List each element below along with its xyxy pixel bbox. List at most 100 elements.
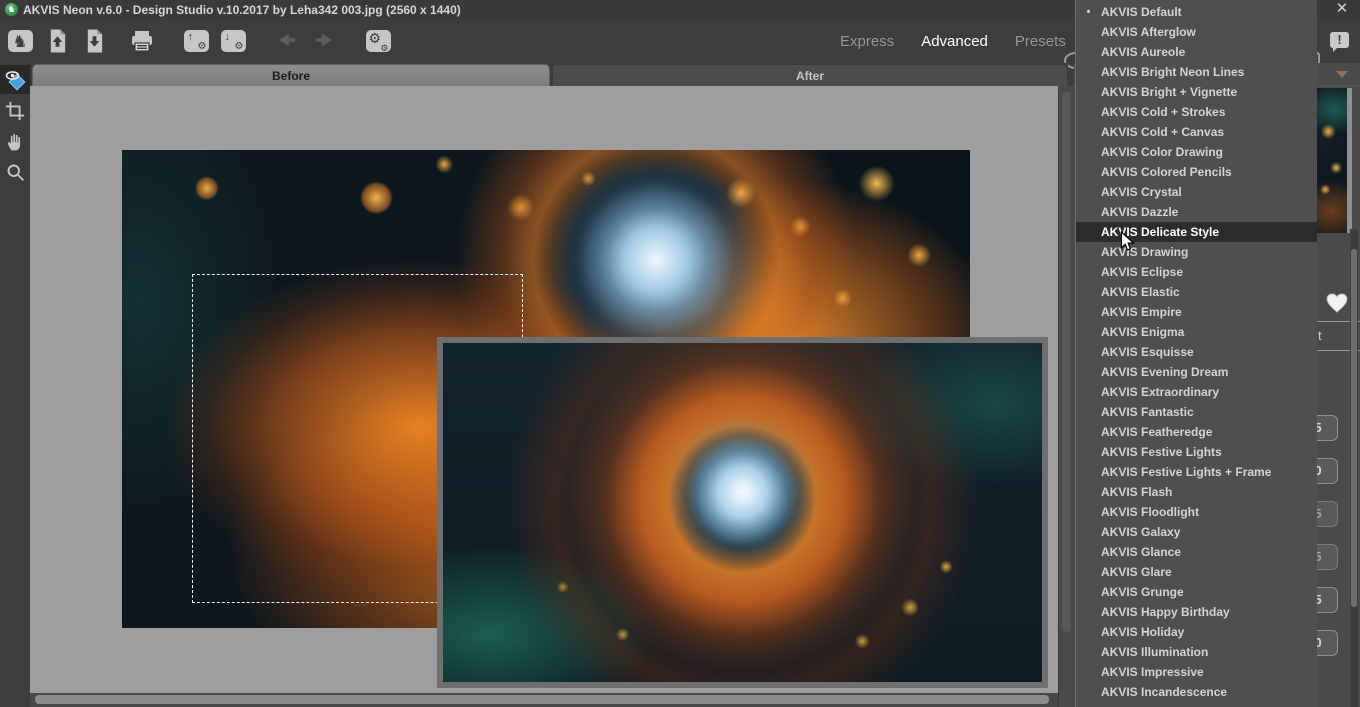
quick-preview-tool[interactable] (0, 65, 30, 94)
preset-item[interactable]: • AKVIS Elastic (1076, 282, 1317, 302)
preset-item[interactable]: • AKVIS Eclipse (1076, 262, 1317, 282)
document-down-icon (83, 28, 106, 54)
preset-preview-thumbnail[interactable] (1316, 88, 1352, 233)
hand-tool[interactable] (0, 127, 30, 156)
tool-column (0, 63, 30, 707)
undo-button[interactable]: 🠜 (273, 27, 301, 55)
preset-label: AKVIS Bright Neon Lines (1101, 62, 1244, 82)
window-title: AKVIS Neon v.6.0 - Design Studio v.10.20… (23, 3, 461, 17)
preset-dropdown-caret-icon[interactable] (1336, 71, 1348, 84)
preset-item[interactable]: • AKVIS Glance (1076, 542, 1317, 562)
akvis-home-button[interactable]: ♞ (6, 27, 34, 55)
preset-item[interactable]: • AKVIS Extraordinary (1076, 382, 1317, 402)
preset-label: AKVIS Evening Dream (1101, 362, 1228, 382)
preset-item[interactable]: • AKVIS Fantastic (1076, 402, 1317, 422)
tab-after[interactable]: After (552, 64, 1068, 86)
export-presets-icon: ↓⚙ (221, 30, 246, 52)
preset-item[interactable]: • AKVIS Grunge (1076, 582, 1317, 602)
mode-advanced[interactable]: Advanced (921, 33, 988, 50)
preset-label: AKVIS Elastic (1101, 282, 1180, 302)
preset-item[interactable]: • AKVIS Impressive (1076, 662, 1317, 682)
preset-label: AKVIS Default (1101, 2, 1182, 22)
horizontal-scrollbar-thumb[interactable] (35, 695, 1049, 704)
feedback-icon[interactable]: ! (1330, 32, 1349, 48)
preset-item[interactable]: • AKVIS Drawing (1076, 242, 1317, 262)
redo-button[interactable]: 🠞 (310, 27, 338, 55)
preset-label: AKVIS Galaxy (1101, 522, 1180, 542)
panel-scrollbar[interactable] (1350, 229, 1358, 707)
preset-item[interactable]: • AKVIS Esquisse (1076, 342, 1317, 362)
zoom-tool[interactable] (0, 158, 30, 187)
quick-preview-icon (3, 68, 27, 92)
preset-item[interactable]: • AKVIS Dazzle (1076, 202, 1317, 222)
preferences-button[interactable]: ⚙⚙ (364, 27, 392, 55)
preset-label: AKVIS Flash (1101, 482, 1172, 502)
horizontal-scrollbar[interactable] (30, 693, 1058, 707)
preset-item[interactable]: • AKVIS Galaxy (1076, 522, 1317, 542)
magnifier-icon (5, 162, 26, 183)
preset-item[interactable]: • AKVIS Empire (1076, 302, 1317, 322)
preset-item[interactable]: • AKVIS Bright + Vignette (1076, 82, 1317, 102)
preset-item[interactable]: • AKVIS Flash (1076, 482, 1317, 502)
preset-item[interactable]: • AKVIS Bright Neon Lines (1076, 62, 1317, 82)
preset-label: AKVIS Drawing (1101, 242, 1188, 262)
tab-before[interactable]: Before (32, 64, 550, 86)
toolbar-left-group: ♞ (6, 19, 392, 63)
printer-icon (129, 28, 155, 54)
preset-label: AKVIS Happy Birthday (1101, 602, 1230, 622)
preset-item[interactable]: • AKVIS Aureole (1076, 42, 1317, 62)
preset-item[interactable]: • AKVIS Cold + Strokes (1076, 102, 1317, 122)
preset-label: AKVIS Grunge (1101, 582, 1184, 602)
preset-item[interactable]: • AKVIS Crystal (1076, 182, 1317, 202)
preset-item[interactable]: • AKVIS Default (1076, 2, 1317, 22)
preset-item[interactable]: • AKVIS Festive Lights (1076, 442, 1317, 462)
effect-preview-window[interactable] (437, 337, 1048, 688)
presets-dropdown-list: • AKVIS Default • AKVIS Afterglow • AKVI… (1075, 0, 1317, 707)
preset-item[interactable]: • AKVIS Afterglow (1076, 22, 1317, 42)
open-image-button[interactable] (43, 27, 71, 55)
mode-presets[interactable]: Presets (1015, 33, 1066, 50)
preset-label: AKVIS Incandescence (1101, 682, 1227, 702)
favorite-heart-icon[interactable] (1326, 293, 1348, 313)
preset-item[interactable]: • AKVIS Floodlight (1076, 502, 1317, 522)
preset-item[interactable]: • AKVIS Delicate Style (1076, 222, 1317, 242)
preset-item[interactable]: • AKVIS Illumination (1076, 642, 1317, 662)
preset-label: AKVIS Afterglow (1101, 22, 1196, 42)
selected-preset-bullet: • (1076, 2, 1101, 22)
export-presets-button[interactable]: ↓⚙ (219, 27, 247, 55)
preset-label: AKVIS Glance (1101, 542, 1181, 562)
workspace-modes: Express Advanced Presets (840, 19, 1066, 63)
preset-label: AKVIS Holiday (1101, 622, 1184, 642)
preset-label: AKVIS Extraordinary (1101, 382, 1219, 402)
panel-scrollbar-thumb[interactable] (1351, 249, 1357, 607)
preset-item[interactable]: • AKVIS Evening Dream (1076, 362, 1317, 382)
print-button[interactable] (128, 27, 156, 55)
preset-item[interactable]: • AKVIS Featheredge (1076, 422, 1317, 442)
preset-label: AKVIS Color Drawing (1101, 142, 1223, 162)
close-icon[interactable]: ✕ (1333, 0, 1351, 18)
preset-item[interactable]: • AKVIS Happy Birthday (1076, 602, 1317, 622)
import-presets-button[interactable]: ↑⚙ (182, 27, 210, 55)
vertical-scrollbar-thumb[interactable] (1062, 92, 1071, 632)
preset-label: AKVIS Esquisse (1101, 342, 1194, 362)
preset-label: AKVIS Cold + Canvas (1101, 122, 1224, 142)
preset-item[interactable]: • AKVIS Glare (1076, 562, 1317, 582)
vertical-scrollbar[interactable] (1058, 86, 1074, 707)
preset-label: AKVIS Colored Pencils (1101, 162, 1232, 182)
preset-item[interactable]: • AKVIS Incandescence (1076, 682, 1317, 702)
hand-icon (5, 131, 25, 153)
save-image-button[interactable] (80, 27, 108, 55)
preset-item[interactable]: • AKVIS Holiday (1076, 622, 1317, 642)
preset-label: AKVIS Crystal (1101, 182, 1182, 202)
preset-item[interactable]: • AKVIS Cold + Canvas (1076, 122, 1317, 142)
preset-item[interactable]: • AKVIS Festive Lights + Frame (1076, 462, 1317, 482)
preset-item[interactable]: • AKVIS Color Drawing (1076, 142, 1317, 162)
preset-label: AKVIS Bright + Vignette (1101, 82, 1237, 102)
crop-tool[interactable] (0, 96, 30, 125)
preset-item[interactable]: • AKVIS Colored Pencils (1076, 162, 1317, 182)
view-tabs: Before After (30, 63, 1068, 86)
gears-icon: ⚙⚙ (366, 30, 391, 52)
mode-express[interactable]: Express (840, 33, 894, 50)
crop-icon (4, 100, 26, 122)
preset-item[interactable]: • AKVIS Enigma (1076, 322, 1317, 342)
